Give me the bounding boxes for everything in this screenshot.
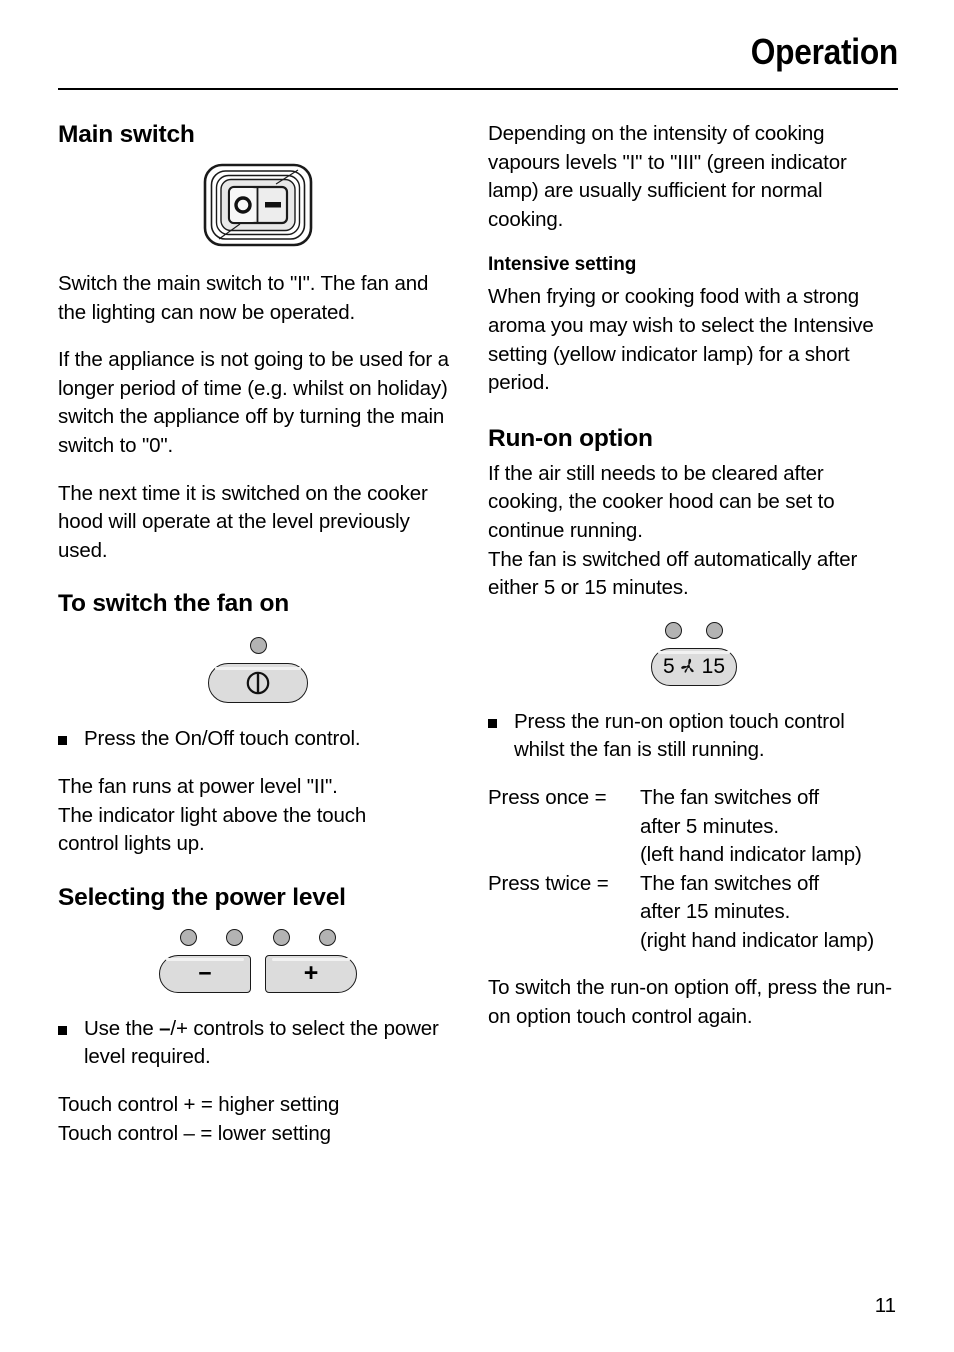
main-switch-paragraph-3: The next time it is switched on the cook… — [58, 481, 428, 562]
definition-description: The fan switches off after 15 minutes. (… — [640, 870, 900, 956]
run-on-closing-paragraph: To switch the run-on option off, press t… — [488, 976, 892, 1029]
minus-label: − — [198, 960, 212, 987]
run-on-left-label: 5 — [662, 654, 675, 678]
power-symbol-icon — [246, 672, 270, 695]
plus-label: + — [303, 959, 319, 988]
run-on-indicator-lamp-row — [665, 621, 723, 639]
fan-power-level-paragraph: The fan runs at power level "II". The in… — [58, 773, 458, 859]
definition-row-press-twice: Press twice = The fan switches off after… — [488, 870, 900, 956]
bullet-text: Use the –/+ controls to select the power… — [84, 1015, 458, 1072]
bullet-text: Press the On/Off touch control. — [84, 727, 361, 751]
on-off-indicator-lamp-row — [249, 637, 267, 655]
bullet-press-on-off: Press the On/Off touch control. — [58, 725, 458, 754]
indicator-lamp — [318, 928, 336, 946]
definition-line: (left hand indicator lamp) — [640, 843, 862, 867]
indicator-lamp — [180, 928, 197, 946]
bullet-marker-icon — [58, 725, 84, 754]
run-on-right-label: 15 — [701, 654, 726, 678]
run-on-touch-control[interactable]: 5 15 — [651, 647, 737, 686]
main-switch-figure — [58, 162, 458, 248]
main-switch-paragraph-2: If the appliance is not going to be used… — [58, 348, 449, 457]
header-divider — [58, 88, 898, 90]
run-on-paragraph-1: If the air still needs to be cleared aft… — [488, 461, 835, 542]
indicator-lamp — [226, 928, 244, 946]
plus-touch-control[interactable]: + — [265, 954, 357, 993]
run-on-definition-list: Press once = The fan switches off after … — [488, 784, 900, 956]
bullet-use-minus-plus: Use the –/+ controls to select the power… — [58, 1015, 458, 1072]
definition-line: The fan switches off — [640, 785, 819, 809]
indicator-lamp-right — [706, 621, 723, 639]
indicator-lamp — [249, 637, 267, 655]
indicator-lamp — [272, 928, 290, 946]
definition-term: Press once = — [488, 785, 607, 809]
page-number: 11 — [874, 1294, 896, 1317]
definition-line: The fan switches off — [640, 871, 819, 895]
heading-run-on-option: Run-on option — [488, 424, 653, 452]
heading-intensive-setting: Intensive setting — [488, 254, 637, 276]
indicator-lamp-left — [665, 621, 682, 639]
definition-line: after 15 minutes. — [640, 900, 791, 924]
touch-control-row-plus: Touch control + = higher setting — [58, 1092, 340, 1116]
page-header: Operation — [58, 30, 899, 74]
right-column: Depending on the intensity of cooking va… — [488, 120, 900, 1051]
main-switch-rocker-icon — [203, 163, 313, 247]
bullet-marker-icon — [488, 708, 514, 765]
bullet-marker-icon — [58, 1015, 84, 1072]
definition-term: Press twice = — [488, 871, 609, 895]
on-off-touch-control[interactable] — [208, 663, 308, 704]
main-switch-paragraph-1: Switch the main switch to "I". The fan a… — [58, 272, 429, 324]
definition-line: after 5 minutes. — [640, 814, 779, 838]
fan-power-level-line-1: The fan runs at power level "II". — [58, 774, 338, 798]
on-off-touch-control-figure — [58, 637, 458, 704]
minus-touch-control[interactable]: − — [159, 954, 251, 993]
bullet-text-part1: Use the — [84, 1016, 160, 1040]
page-title: Operation — [750, 31, 899, 72]
definition-description: The fan switches off after 5 minutes. (l… — [640, 784, 900, 870]
cooking-intensity-paragraph: Depending on the intensity of cooking va… — [488, 122, 847, 231]
heading-main-switch: Main switch — [58, 121, 195, 148]
document-page: Operation Main switch Switch the main sw… — [0, 0, 954, 1352]
fan-power-level-line-2: The indicator light above the touch — [58, 803, 367, 827]
left-column: Main switch Switch the main switch to "I… — [58, 120, 458, 1148]
run-on-paragraph-2: The fan is switched off automatically af… — [488, 547, 858, 600]
fan-power-level-line-3: control lights up. — [58, 832, 205, 856]
touch-control-row-minus: Touch control – = lower setting — [58, 1121, 331, 1145]
minus-symbol: – — [159, 1016, 171, 1040]
definition-row-press-once: Press once = The fan switches off after … — [488, 784, 900, 870]
heading-selecting-power-level: Selecting the power level — [58, 883, 346, 911]
touch-control-legend: Touch control + = higher setting Touch c… — [58, 1091, 458, 1148]
fan-blades-icon — [680, 658, 694, 673]
run-on-touch-control-figure: 5 15 — [488, 621, 900, 686]
definition-line: (right hand indicator lamp) — [640, 928, 875, 952]
bullet-press-run-on: Press the run-on option touch control wh… — [488, 708, 900, 765]
heading-switch-fan-on: To switch the fan on — [58, 590, 290, 618]
bullet-text: Press the run-on option touch control wh… — [514, 709, 845, 762]
power-level-indicator-lamp-row — [158, 928, 358, 946]
intensive-setting-paragraph: When frying or cooking food with a stron… — [488, 285, 874, 395]
power-level-controls-figure: − + — [58, 928, 458, 993]
